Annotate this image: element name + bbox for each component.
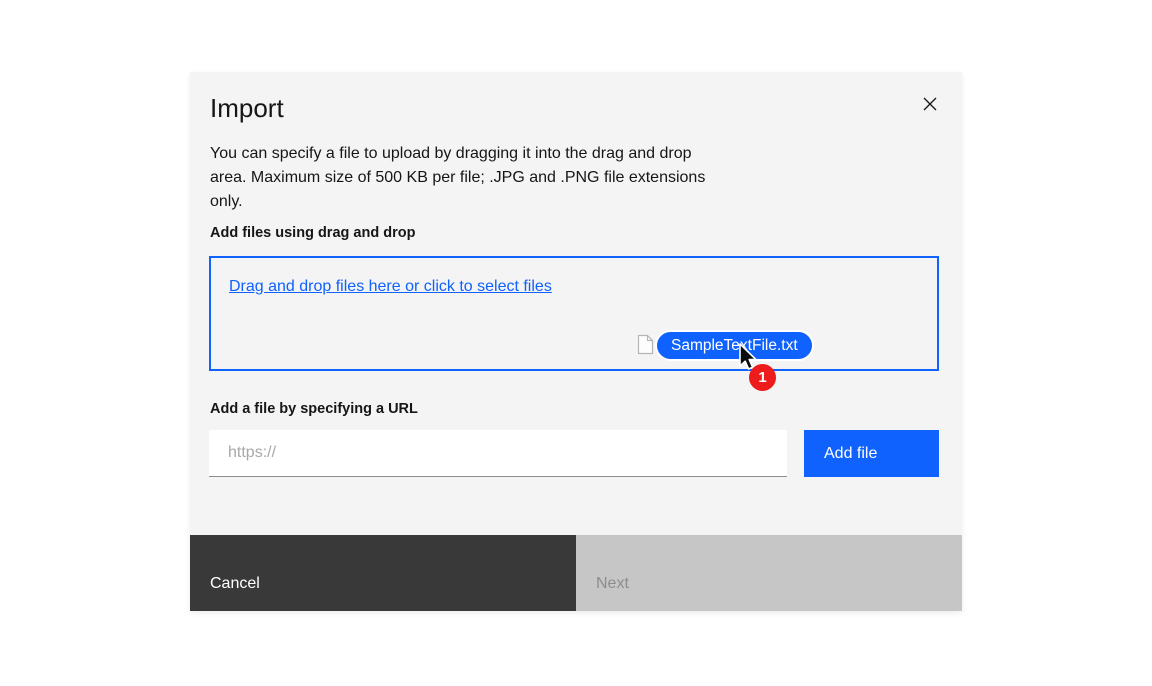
modal-footer: Cancel Next (190, 535, 962, 611)
description-line: You can specify a file to upload by drag… (210, 142, 705, 166)
url-label: Add a file by specifying a URL (210, 401, 418, 417)
cancel-button[interactable]: Cancel (190, 535, 576, 611)
modal-title: Import (210, 92, 284, 124)
description-line: area. Maximum size of 500 KB per file; .… (210, 166, 705, 190)
select-files-link[interactable]: Drag and drop files here or click to sel… (229, 278, 552, 296)
close-icon (922, 96, 938, 112)
add-file-button[interactable]: Add file (804, 430, 939, 477)
import-modal: Import You can specify a file to upload … (190, 72, 962, 611)
url-input[interactable] (209, 430, 787, 477)
drag-drop-label: Add files using drag and drop (210, 225, 415, 241)
description-line: only. (210, 190, 705, 214)
next-button[interactable]: Next (576, 535, 962, 611)
mouse-pointer-icon (738, 343, 762, 373)
drag-drop-zone[interactable]: Drag and drop files here or click to sel… (209, 256, 939, 371)
modal-description: You can specify a file to upload by drag… (210, 142, 705, 214)
document-icon (637, 334, 654, 355)
close-button[interactable] (908, 82, 952, 126)
dragged-file-chip[interactable]: SampleTextFile.txt (655, 330, 814, 361)
